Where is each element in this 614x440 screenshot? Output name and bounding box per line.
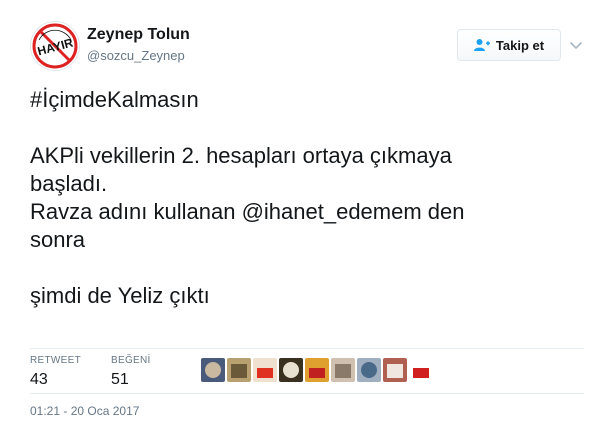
tweet-line: başladı. [30,171,108,196]
retweet-count: 43 [30,371,48,388]
tweet-line: AKPli vekillerin 2. hesapları ortaya çık… [30,143,452,168]
author-avatar[interactable]: HAYIR [30,21,80,71]
liker-avatar-8[interactable] [383,358,407,382]
tweet-line-text: Ravza adını kullanan [30,199,242,224]
retweet-stat[interactable]: RETWEET 43 [30,355,81,390]
add-user-icon [473,39,490,51]
tweet-menu-button[interactable] [567,36,585,54]
tweet-line: sonra [30,227,86,252]
like-count: 51 [111,371,129,388]
like-label: BEĞENİ [111,355,151,366]
liker-avatar-3[interactable] [253,358,277,382]
hashtag-link[interactable]: #İçimdeKalmasın [30,87,199,112]
avatar-image [201,358,225,382]
tweet-line-text: den [421,199,465,224]
follow-button[interactable]: Takip et [457,29,561,61]
liker-avatars [201,358,433,384]
avatar-image [331,358,355,382]
avatar-image [227,358,251,382]
avatar-image [253,358,277,382]
liker-avatar-1[interactable] [201,358,225,382]
mention-link[interactable]: @ihanet_edemem [242,199,422,224]
avatar-image [383,358,407,382]
chevron-down-icon [570,42,582,49]
avatar-image [409,358,433,382]
follow-button-label: Takip et [495,37,545,53]
liker-avatar-4[interactable] [279,358,303,382]
tweet-line: Ravza adını kullanan @ihanet_edemem den [30,198,586,226]
hayir-sign-icon: HAYIR [32,23,78,69]
liker-avatar-7[interactable] [357,358,381,382]
liker-avatar-9[interactable] [409,358,433,382]
author-name[interactable]: Zeynep Tolun [87,26,190,44]
tweet-card: HAYIR Zeynep Tolun @sozcu_Zeynep Takip e… [0,0,614,440]
tweet-text: #İçimdeKalmasın AKPli vekillerin 2. hesa… [30,86,586,310]
like-stat[interactable]: BEĞENİ 51 [111,355,151,390]
divider [30,348,584,349]
tweet-line: şimdi de Yeliz çıktı [30,283,210,308]
author-handle[interactable]: @sozcu_Zeynep [87,48,185,63]
avatar-image [279,358,303,382]
divider [30,393,584,394]
avatar-image [305,358,329,382]
liker-avatar-2[interactable] [227,358,251,382]
retweet-label: RETWEET [30,355,81,366]
liker-avatar-6[interactable] [331,358,355,382]
avatar-image [357,358,381,382]
liker-avatar-5[interactable] [305,358,329,382]
tweet-timestamp[interactable]: 01:21 - 20 Oca 2017 [30,404,139,418]
